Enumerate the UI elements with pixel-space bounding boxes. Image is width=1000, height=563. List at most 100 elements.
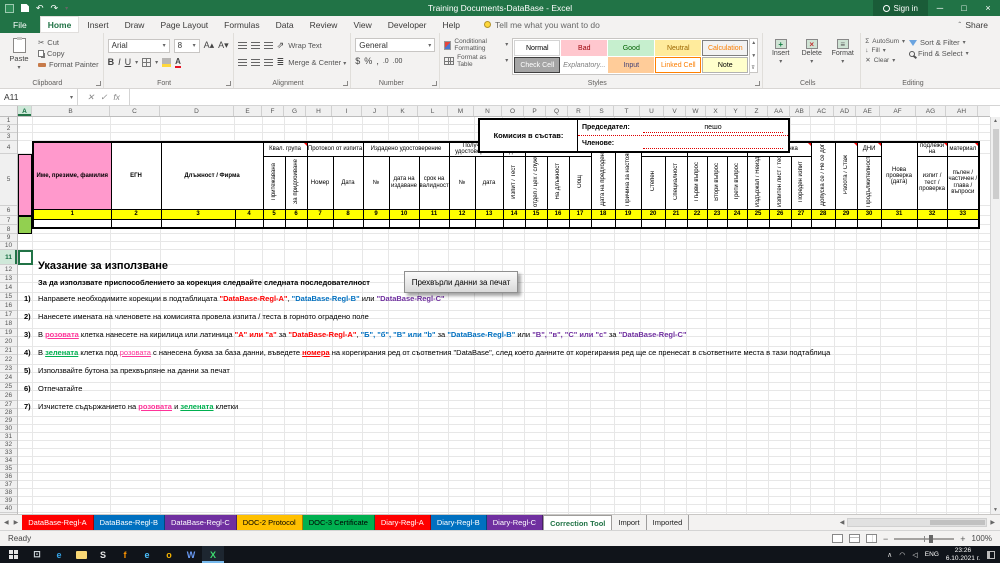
alignment-dialog-launcher[interactable] [343,81,349,86]
row-header-4[interactable]: 4 [0,141,17,154]
table-header-cell[interactable]: № [362,155,390,210]
table-header-cell[interactable]: Трети въпрос [726,155,748,210]
data-cell[interactable] [590,218,616,229]
taskbar-icon-chrome[interactable]: o [158,546,180,563]
chairman-value[interactable]: пешо [643,123,783,133]
sheet-tab-imported[interactable]: Imported [647,515,690,530]
column-number-cell[interactable]: 6 [284,208,308,220]
table-header-cell[interactable]: Притежавана [262,155,286,210]
transfer-print-button[interactable]: Прехвърли данни за печат [404,271,518,293]
cell-style-check-cell[interactable]: Check Cell [514,57,561,73]
column-number-cell[interactable]: 4 [234,208,264,220]
close-button[interactable]: × [976,0,1000,16]
data-cell[interactable] [568,218,592,229]
table-header-cell[interactable]: № [448,155,476,210]
sheet-tab-correction-tool[interactable]: Correction Tool [543,515,613,530]
column-header-AB[interactable]: AB [790,106,810,116]
paste-button[interactable]: Paste ▾ [4,36,34,71]
row-header-21[interactable]: 21 [0,347,17,355]
column-header-M[interactable]: M [448,106,474,116]
table-header-cell[interactable]: Продължителност [856,155,882,210]
row-header-10[interactable]: 10 [0,242,17,250]
column-number-cell[interactable]: 27 [790,208,812,220]
cancel-icon[interactable]: ✕ [87,92,94,103]
tab-file[interactable]: File [0,16,40,33]
format-as-table-button[interactable]: Format as Table ▾ [444,54,508,68]
tab-help[interactable]: Help [434,16,467,33]
find-select-button[interactable]: Find & Select ▾ [909,49,969,58]
italic-button[interactable]: I [118,58,121,67]
underline-dropdown-icon[interactable]: ▾ [135,59,138,66]
table-header-cell[interactable]: Общ [568,155,592,210]
column-number-cell[interactable]: 31 [880,208,918,220]
percent-format-icon[interactable]: % [364,57,372,66]
borders-icon[interactable] [142,58,152,67]
table-header-cell[interactable]: Протокол от изпита [306,141,364,157]
row-header-9[interactable]: 9 [0,234,17,242]
column-header-P[interactable]: P [524,106,546,116]
cell-style-good[interactable]: Good [608,40,655,56]
horizontal-scrollbar[interactable] [847,518,988,527]
column-header-K[interactable]: K [388,106,418,116]
column-number-cell[interactable]: 26 [768,208,792,220]
column-number-cell[interactable]: 7 [306,208,334,220]
data-cell[interactable] [946,218,980,229]
sheet-tab-diary-regl-a[interactable]: Diary-Regl-A [374,515,431,530]
taskbar-icon-task-view[interactable]: ⊡ [26,546,48,563]
row-header-22[interactable]: 22 [0,355,17,365]
column-number-cell[interactable]: 5 [262,208,286,220]
language-indicator[interactable]: ENG [925,551,939,558]
table-header-cell[interactable]: Издържал / Неиздържал [746,155,770,210]
tab-page-layout[interactable]: Page Layout [152,16,216,33]
row-header-19[interactable]: 19 [0,329,17,337]
sheet-nav-right-icon[interactable]: ▶ [14,519,19,526]
column-number-cell[interactable]: 11 [418,208,450,220]
data-cell[interactable] [790,218,812,229]
table-header-cell[interactable]: Специалност [664,155,688,210]
row-header-24[interactable]: 24 [0,373,17,383]
cell-style-note[interactable]: Note [702,57,749,73]
table-header-cell[interactable]: Номер [306,155,334,210]
row-header-34[interactable]: 34 [0,457,17,465]
table-header-cell[interactable]: материал [946,141,980,157]
qat-customize-icon[interactable]: ▾ [65,5,68,12]
cell-style-linked-cell[interactable]: Linked Cell [655,57,702,73]
table-header-cell[interactable]: ЕГН [110,141,162,210]
clipboard-dialog-launcher[interactable] [95,81,101,86]
cell-style-calculation[interactable]: Calculation [702,40,749,56]
tab-insert[interactable]: Insert [79,16,116,33]
minimize-button[interactable]: ─ [928,0,952,16]
data-cell[interactable] [388,218,420,229]
start-button[interactable] [0,546,26,563]
table-header-cell[interactable]: Пореден изпит [790,155,812,210]
row-header-7[interactable]: 7 [0,216,17,225]
data-cell[interactable] [418,218,450,229]
align-bottom-icon[interactable] [263,42,273,49]
data-cell[interactable] [614,218,642,229]
table-header-cell[interactable]: ДНИ [856,141,882,157]
table-header-cell[interactable]: Име, презиме, фамилия [32,141,112,210]
sheet-tab-database-regl-a[interactable]: DataBase-Regl-A [22,515,94,530]
table-header-cell[interactable]: дата [474,155,504,210]
tell-me-box[interactable]: Tell me what you want to do [468,16,600,33]
tab-draw[interactable]: Draw [117,16,153,33]
data-cell[interactable] [474,218,504,229]
data-cell[interactable] [110,218,162,229]
column-header-C[interactable]: C [110,106,160,116]
shrink-font-button[interactable]: A▾ [218,41,229,50]
vertical-scroll-thumb[interactable] [993,129,999,199]
column-header-G[interactable]: G [284,106,306,116]
column-header-S[interactable]: S [590,106,614,116]
number-format-combo[interactable]: General ▾ [355,38,436,52]
delete-cells-button[interactable]: × Delete ▾ [798,36,825,65]
column-header-Y[interactable]: Y [726,106,746,116]
tab-data[interactable]: Data [268,16,302,33]
column-number-cell[interactable]: 8 [332,208,364,220]
fx-icon[interactable]: fx [113,92,120,102]
column-number-cell[interactable]: 9 [362,208,390,220]
table-header-cell[interactable]: срок на валидност [418,155,450,210]
table-header-cell[interactable]: Втори въпрос [706,155,728,210]
page-break-view-icon[interactable] [866,534,877,543]
taskbar-icon-edge[interactable]: e [48,546,70,563]
column-header-D[interactable]: D [160,106,234,116]
